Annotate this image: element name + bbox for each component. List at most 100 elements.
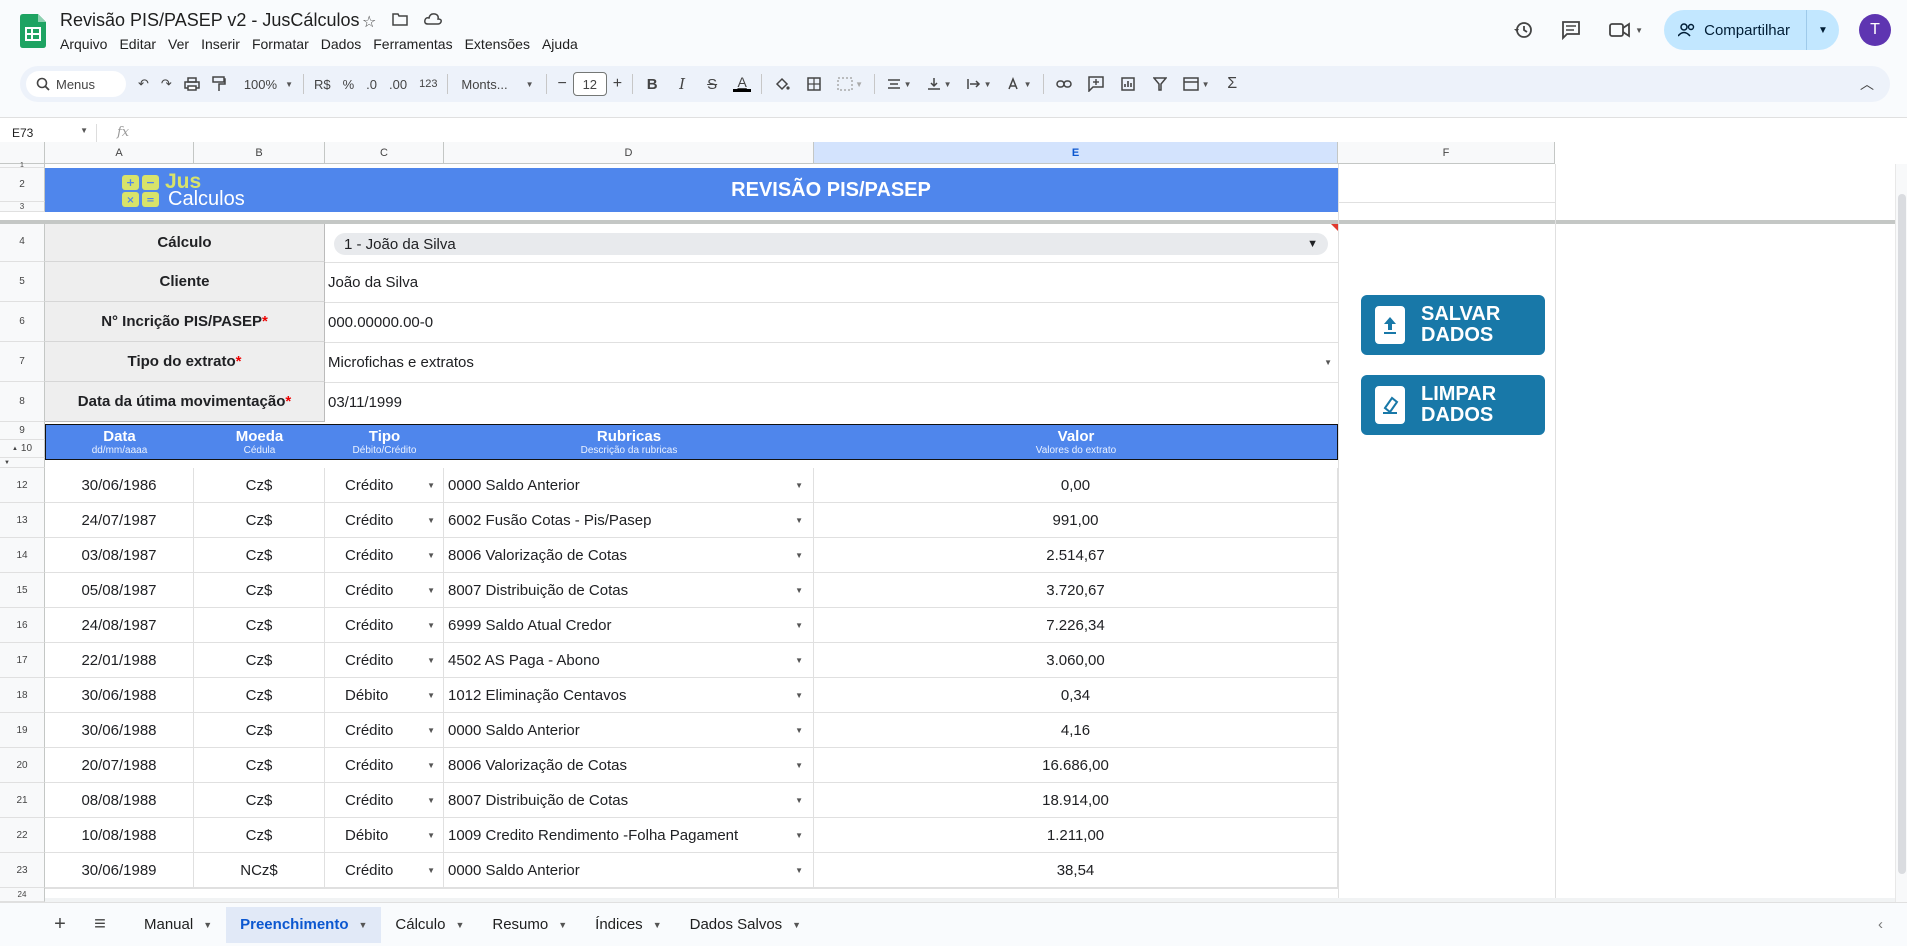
cell-tipo[interactable]: Crédito ▼ — [325, 538, 444, 573]
cell-tipo[interactable]: Crédito ▼ — [325, 713, 444, 748]
cell-moeda[interactable]: Cz$ — [194, 573, 325, 608]
text-color-icon[interactable]: A — [727, 70, 757, 98]
cell-data[interactable]: 08/08/1988 — [45, 783, 194, 818]
cell-valor[interactable]: 3.720,67 — [814, 573, 1338, 608]
menu-extensoes[interactable]: Extensões — [465, 36, 530, 52]
cell-rubrica[interactable]: 0000 Saldo Anterior ▼ — [444, 853, 814, 888]
dropdown-arrow-icon[interactable]: ▼ — [427, 656, 435, 665]
cell-moeda[interactable]: Cz$ — [194, 538, 325, 573]
cell-rubrica[interactable]: 0000 Saldo Anterior ▼ — [444, 713, 814, 748]
row-header-7[interactable]: 7 — [0, 342, 45, 382]
row-header-15[interactable]: 15 — [0, 573, 45, 608]
cell-moeda[interactable]: NCz$ — [194, 853, 325, 888]
avatar[interactable]: T — [1859, 14, 1891, 46]
sheets-logo-icon[interactable] — [20, 14, 46, 48]
calculo-select[interactable]: 1 - João da Silva ▼ — [334, 233, 1328, 255]
cell-tipo[interactable]: Débito ▼ — [325, 678, 444, 713]
cell-tipo[interactable]: Crédito ▼ — [325, 643, 444, 678]
dropdown-arrow-icon[interactable]: ▼ — [795, 796, 803, 805]
cell-data[interactable]: 24/07/1987 — [45, 503, 194, 538]
cell-valor[interactable]: 3.060,00 — [814, 643, 1338, 678]
sheet-tab-dados-salvos[interactable]: Dados Salvos ▼ — [676, 907, 815, 943]
cell-tipo[interactable]: Crédito ▼ — [325, 748, 444, 783]
formula-input[interactable] — [141, 123, 1907, 143]
insert-link-icon[interactable] — [1048, 70, 1080, 98]
cell-data[interactable]: 30/06/1988 — [45, 678, 194, 713]
dropdown-arrow-icon[interactable]: ▼ — [795, 866, 803, 875]
text-wrap-icon[interactable]: ▼ — [959, 70, 999, 98]
dropdown-arrow-icon[interactable]: ▼ — [795, 551, 803, 560]
bold-icon[interactable]: B — [637, 70, 667, 98]
cell-valor[interactable]: 4,16 — [814, 713, 1338, 748]
cell-tipo[interactable]: Débito ▼ — [325, 818, 444, 853]
cell-rubrica[interactable]: 4502 AS Paga - Abono ▼ — [444, 643, 814, 678]
name-box[interactable]: E73 ▼ — [0, 126, 96, 140]
column-header-c[interactable]: C — [325, 142, 444, 164]
zoom-select[interactable]: 100% ▼ — [238, 70, 299, 98]
cell-rubrica[interactable]: 1009 Credito Rendimento -Folha Pagament ▼ — [444, 818, 814, 853]
pis-input[interactable]: 000.00000.00-0 — [328, 302, 1338, 342]
cell-data[interactable]: 22/01/1988 — [45, 643, 194, 678]
scroll-tabs-left-icon[interactable]: ‹ — [1878, 916, 1883, 933]
collapse-toolbar-icon[interactable]: ︿ — [1854, 70, 1880, 98]
cell-valor[interactable]: 7.226,34 — [814, 608, 1338, 643]
cell-valor[interactable]: 0,34 — [814, 678, 1338, 713]
cell-rubrica[interactable]: 8006 Valorização de Cotas ▼ — [444, 748, 814, 783]
sheet-tab-cálculo[interactable]: Cálculo ▼ — [381, 907, 478, 943]
cell-valor[interactable]: 0,00 — [814, 468, 1338, 503]
cell-data[interactable]: 30/06/1986 — [45, 468, 194, 503]
cell-moeda[interactable]: Cz$ — [194, 783, 325, 818]
star-icon[interactable]: ☆ — [362, 12, 376, 32]
move-folder-icon[interactable] — [392, 12, 409, 32]
cell-moeda[interactable]: Cz$ — [194, 503, 325, 538]
sheet-tab-dropdown-icon[interactable]: ▼ — [792, 920, 801, 930]
dropdown-arrow-icon[interactable]: ▼ — [427, 481, 435, 490]
dropdown-arrow-icon[interactable]: ▼ — [795, 656, 803, 665]
cell-data[interactable]: 10/08/1988 — [45, 818, 194, 853]
column-header-d[interactable]: D — [444, 142, 814, 164]
cell-rubrica[interactable]: 8006 Valorização de Cotas ▼ — [444, 538, 814, 573]
cell-tipo[interactable]: Crédito ▼ — [325, 853, 444, 888]
vertical-align-icon[interactable]: ▼ — [919, 70, 959, 98]
meet-icon[interactable]: ▼ — [1602, 13, 1650, 47]
cell-rubrica[interactable]: 8007 Distribuição de Cotas ▼ — [444, 573, 814, 608]
cell-rubrica[interactable]: 6999 Saldo Atual Credor ▼ — [444, 608, 814, 643]
column-header-f[interactable]: F — [1338, 142, 1555, 164]
menu-ver[interactable]: Ver — [168, 36, 189, 52]
cliente-input[interactable]: João da Silva — [328, 262, 1338, 302]
increase-decimal-button[interactable]: .00 — [383, 70, 413, 98]
italic-icon[interactable]: I — [667, 70, 697, 98]
sheet-tab-manual[interactable]: Manual ▼ — [130, 907, 226, 943]
insert-comment-icon[interactable] — [1080, 70, 1112, 98]
cell-tipo[interactable]: Crédito ▼ — [325, 608, 444, 643]
data-movimentacao-input[interactable]: 03/11/1999 — [328, 382, 1338, 422]
meet-dropdown-icon[interactable]: ▼ — [1635, 26, 1643, 35]
row-header-18[interactable]: 18 — [0, 678, 45, 713]
cell-rubrica[interactable]: 1012 Eliminação Centavos ▼ — [444, 678, 814, 713]
cell-tipo[interactable]: Crédito ▼ — [325, 503, 444, 538]
menu-ferramentas[interactable]: Ferramentas — [373, 36, 452, 52]
decrease-decimal-button[interactable]: .0 — [360, 70, 383, 98]
sheet-tab-dropdown-icon[interactable]: ▼ — [359, 920, 368, 930]
row-header-8[interactable]: 8 — [0, 382, 45, 422]
menu-dados[interactable]: Dados — [321, 36, 361, 52]
more-formats-button[interactable]: 123 — [413, 70, 443, 98]
row-header-6[interactable]: 6 — [0, 302, 45, 342]
column-header-a[interactable]: A — [45, 142, 194, 164]
cell-rubrica[interactable]: 0000 Saldo Anterior ▼ — [444, 468, 814, 503]
row-header-2[interactable]: 2 — [0, 168, 45, 202]
cell-data[interactable]: 05/08/1987 — [45, 573, 194, 608]
cell-moeda[interactable]: Cz$ — [194, 678, 325, 713]
currency-format-button[interactable]: R$ — [308, 70, 337, 98]
increase-font-size-icon[interactable]: + — [607, 70, 628, 98]
comments-icon[interactable] — [1554, 13, 1588, 47]
menu-editar[interactable]: Editar — [119, 36, 156, 52]
row-header-23[interactable]: 23 — [0, 853, 45, 888]
cell-valor[interactable]: 18.914,00 — [814, 783, 1338, 818]
dropdown-arrow-icon[interactable]: ▼ — [795, 831, 803, 840]
dropdown-arrow-icon[interactable]: ▼ — [795, 586, 803, 595]
merge-cells-icon[interactable]: ▼ — [830, 70, 870, 98]
dropdown-arrow-icon[interactable]: ▼ — [427, 691, 435, 700]
cell-tipo[interactable]: Crédito ▼ — [325, 573, 444, 608]
dropdown-arrow-icon[interactable]: ▼ — [795, 761, 803, 770]
